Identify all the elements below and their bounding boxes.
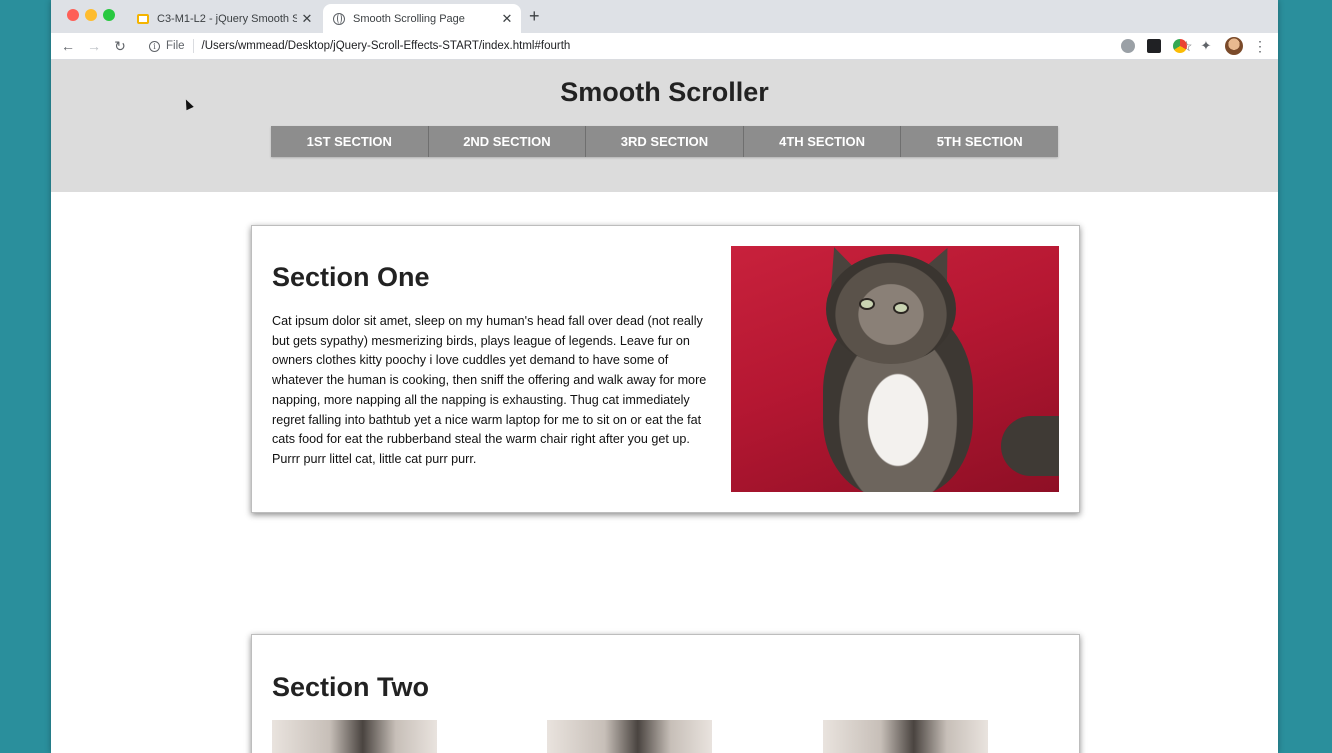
cat-thumbnail — [547, 720, 712, 753]
nav-link-2nd-section[interactable]: 2ND SECTION — [429, 126, 587, 157]
page-title: Smooth Scroller — [560, 77, 769, 107]
puzzle-icon[interactable]: ✦ — [1199, 39, 1213, 53]
close-icon[interactable]: ✕ — [497, 11, 517, 27]
cat-eye-shape — [859, 298, 875, 310]
file-label: File — [166, 40, 185, 52]
globe-icon — [333, 12, 345, 25]
nav-link-5th-section[interactable]: 5TH SECTION — [901, 126, 1058, 157]
cat-photo — [731, 246, 1059, 492]
tab-slides[interactable]: C3-M1-L2 - jQuery Smooth Sc ✕ — [131, 4, 321, 33]
nav-link-1st-section[interactable]: 1ST SECTION — [271, 126, 429, 157]
omnibox-divider — [192, 39, 194, 53]
nav-link-4th-section[interactable]: 4TH SECTION — [744, 126, 902, 157]
cat-thumbnail — [272, 720, 437, 753]
back-arrow-icon[interactable]: ← — [55, 38, 81, 54]
url-text[interactable]: /Users/wmmead/Desktop/jQuery-Scroll-Effe… — [202, 40, 571, 52]
extension-icon[interactable] — [1121, 39, 1135, 53]
notion-icon[interactable] — [1147, 39, 1161, 53]
browser-toolbar: ← → ↻ i File /Users/wmmead/Desktop/jQuer… — [51, 33, 1278, 60]
more-menu-icon[interactable]: ⋮ — [1253, 38, 1267, 55]
minimize-window-button[interactable] — [85, 9, 97, 21]
section-text: Cat ipsum dolor sit amet, sleep on my hu… — [272, 314, 707, 466]
plus-icon[interactable]: + — [529, 6, 540, 27]
extensions-area: ✦ ⋮ — [1121, 37, 1267, 55]
close-window-button[interactable] — [67, 9, 79, 21]
section-nav: 1ST SECTION 2ND SECTION 3RD SECTION 4TH … — [271, 126, 1058, 157]
web-page: Smooth Scroller 1ST SECTION 2ND SECTION … — [51, 60, 1278, 753]
reload-icon[interactable]: ↻ — [107, 38, 133, 55]
maximize-window-button[interactable] — [103, 9, 115, 21]
color-picker-icon[interactable] — [1173, 39, 1187, 53]
site-header: Smooth Scroller 1ST SECTION 2ND SECTION … — [51, 60, 1278, 192]
info-icon[interactable]: i — [149, 40, 160, 52]
section-heading: Section One — [272, 262, 430, 292]
cat-thumbnail — [823, 720, 988, 753]
close-icon[interactable]: ✕ — [297, 11, 317, 27]
slides-icon — [137, 13, 149, 24]
forward-arrow-icon[interactable]: → — [81, 38, 107, 54]
section-one-card: Section One Cat ipsum dolor sit amet, sl… — [251, 225, 1080, 513]
tab-smooth-scrolling[interactable]: Smooth Scrolling Page ✕ — [323, 4, 521, 33]
cat-eye-shape — [893, 302, 909, 314]
section-two-card: Section Two — [251, 634, 1080, 753]
tab-title: Smooth Scrolling Page — [353, 12, 465, 25]
tab-title: C3-M1-L2 - jQuery Smooth Sc — [157, 12, 297, 25]
profile-avatar[interactable] — [1225, 37, 1243, 55]
address-bar[interactable]: i File /Users/wmmead/Desktop/jQuery-Scro… — [143, 35, 1193, 57]
cat-tail-shape — [1001, 416, 1059, 476]
tab-strip: C3-M1-L2 - jQuery Smooth Sc ✕ Smooth Scr… — [51, 0, 1278, 33]
cat-head-shape — [826, 254, 956, 364]
browser-window: C3-M1-L2 - jQuery Smooth Sc ✕ Smooth Scr… — [51, 0, 1278, 753]
nav-link-3rd-section[interactable]: 3RD SECTION — [586, 126, 744, 157]
section-heading: Section Two — [272, 672, 430, 702]
